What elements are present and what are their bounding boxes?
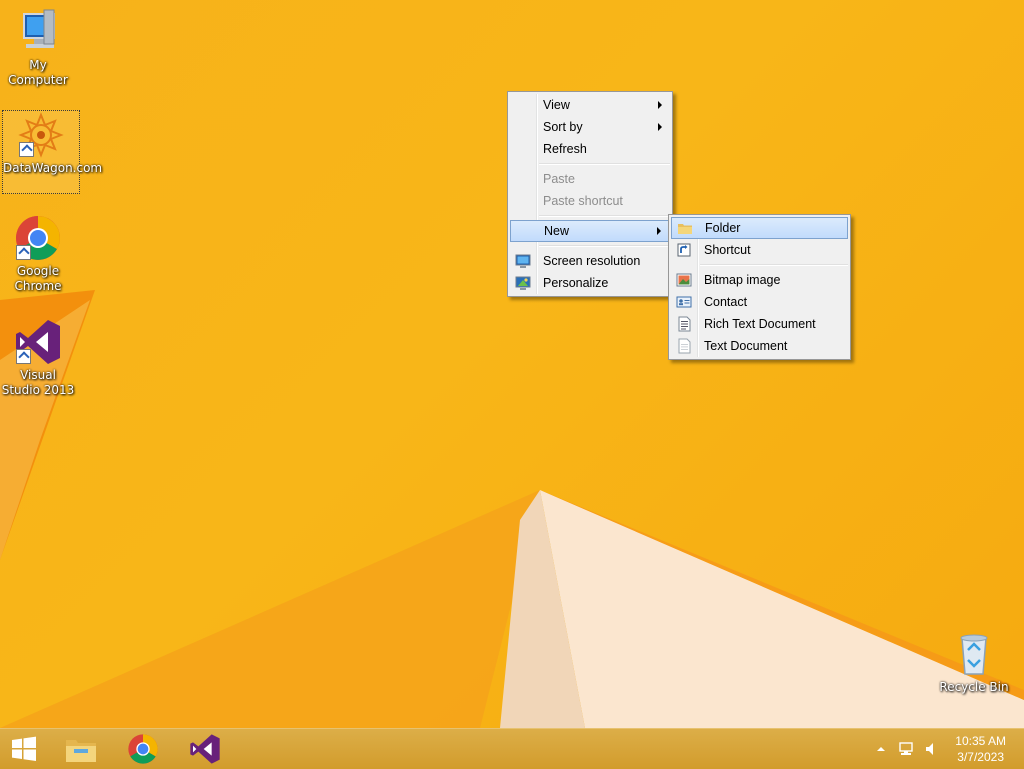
submenu-item-folder[interactable]: Folder: [671, 217, 848, 239]
menu-separator: [539, 215, 670, 217]
submenu-item-rich-text-document[interactable]: Rich Text Document: [671, 313, 848, 335]
shortcut-overlay-icon: [19, 142, 34, 157]
menu-item-label: Text Document: [704, 339, 788, 353]
menu-item-screen-resolution[interactable]: Screen resolution: [510, 250, 670, 272]
personalize-icon: [515, 276, 531, 290]
chrome-icon: [128, 734, 158, 764]
menu-item-label: Shortcut: [704, 243, 751, 257]
taskbar-chrome[interactable]: [114, 729, 172, 769]
desktop-icon-my-computer[interactable]: My Computer: [0, 8, 76, 88]
desktop-icon-chrome[interactable]: Google Chrome: [0, 214, 76, 294]
menu-item-sort-by[interactable]: Sort by: [510, 116, 670, 138]
file-explorer-icon: [66, 740, 96, 762]
windows-logo-icon: [12, 736, 36, 761]
text-document-icon: [678, 338, 691, 354]
submenu-arrow-icon: [658, 123, 662, 131]
desktop-icon-label: Recycle Bin: [939, 680, 1009, 694]
submenu-arrow-icon: [658, 101, 662, 109]
menu-item-personalize[interactable]: Personalize: [510, 272, 670, 294]
menu-item-paste-shortcut: Paste shortcut: [510, 190, 670, 212]
folder-icon: [678, 224, 692, 234]
screen-resolution-icon: [515, 254, 531, 268]
network-icon[interactable]: [898, 741, 914, 757]
submenu-item-shortcut[interactable]: Shortcut: [671, 239, 848, 261]
shortcut-overlay-icon: [16, 349, 31, 364]
menu-item-paste: Paste: [510, 168, 670, 190]
menu-item-label: Screen resolution: [543, 254, 641, 268]
desktop-icon-label: My Computer: [8, 58, 68, 87]
taskbar-clock[interactable]: 10:35 AM 3/7/2023: [955, 733, 1006, 765]
menu-item-label: Personalize: [543, 276, 609, 290]
menu-item-label: Contact: [704, 295, 748, 309]
shortcut-icon: [677, 243, 691, 257]
menu-item-label: New: [544, 224, 570, 238]
menu-item-refresh[interactable]: Refresh: [510, 138, 670, 160]
bitmap-icon: [676, 273, 692, 287]
desktop-icon-label: Visual Studio 2013: [1, 368, 75, 397]
my-computer-icon: [14, 8, 62, 56]
menu-separator: [700, 264, 848, 266]
menu-item-label: Refresh: [543, 142, 587, 156]
menu-item-label: Rich Text Document: [704, 317, 816, 331]
menu-item-label: Paste shortcut: [543, 194, 623, 208]
new-submenu: Folder Shortcut Bitmap image Contact Ric…: [668, 214, 851, 360]
desktop-icon-datawagon[interactable]: DataWagon.com: [2, 110, 102, 194]
contact-icon: [676, 296, 692, 308]
show-hidden-icons-icon[interactable]: [876, 741, 892, 757]
submenu-item-bitmap-image[interactable]: Bitmap image: [671, 269, 848, 291]
desktop-icon-label: DataWagon.com: [3, 161, 103, 175]
clock-date: 3/7/2023: [957, 750, 1004, 764]
submenu-item-contact[interactable]: Contact: [671, 291, 848, 313]
rich-text-icon: [678, 316, 691, 332]
desktop-context-menu: View Sort by Refresh Paste Paste shortcu…: [507, 91, 673, 297]
taskbar: 10:35 AM 3/7/2023: [0, 728, 1024, 769]
clock-time: 10:35 AM: [955, 734, 1006, 748]
menu-item-new[interactable]: New: [510, 220, 670, 242]
start-button[interactable]: [0, 729, 48, 769]
submenu-arrow-icon: [657, 227, 661, 235]
volume-icon[interactable]: [924, 741, 940, 757]
menu-separator: [539, 245, 670, 247]
menu-item-label: Folder: [705, 221, 741, 235]
menu-item-label: Sort by: [543, 120, 583, 134]
submenu-item-text-document[interactable]: Text Document: [671, 335, 848, 357]
taskbar-visual-studio[interactable]: [176, 729, 234, 769]
desktop-icon-recycle-bin[interactable]: Recycle Bin: [936, 630, 1012, 695]
menu-item-label: Paste: [543, 172, 575, 186]
datawagon-icon: [17, 111, 65, 159]
visual-studio-icon: [14, 318, 62, 366]
desktop-icon-visual-studio[interactable]: Visual Studio 2013: [0, 318, 76, 398]
menu-item-view[interactable]: View: [510, 94, 670, 116]
desktop[interactable]: My Computer DataWagon.com Google Chrome …: [0, 0, 1024, 728]
menu-separator: [539, 163, 670, 165]
menu-item-label: View: [543, 98, 570, 112]
chrome-icon: [14, 214, 62, 262]
taskbar-file-explorer[interactable]: [52, 729, 110, 769]
desktop-icon-label: Google Chrome: [14, 264, 62, 293]
recycle-bin-icon: [950, 630, 998, 678]
shortcut-overlay-icon: [16, 245, 31, 260]
menu-item-label: Bitmap image: [704, 273, 781, 287]
visual-studio-icon: [190, 734, 220, 764]
